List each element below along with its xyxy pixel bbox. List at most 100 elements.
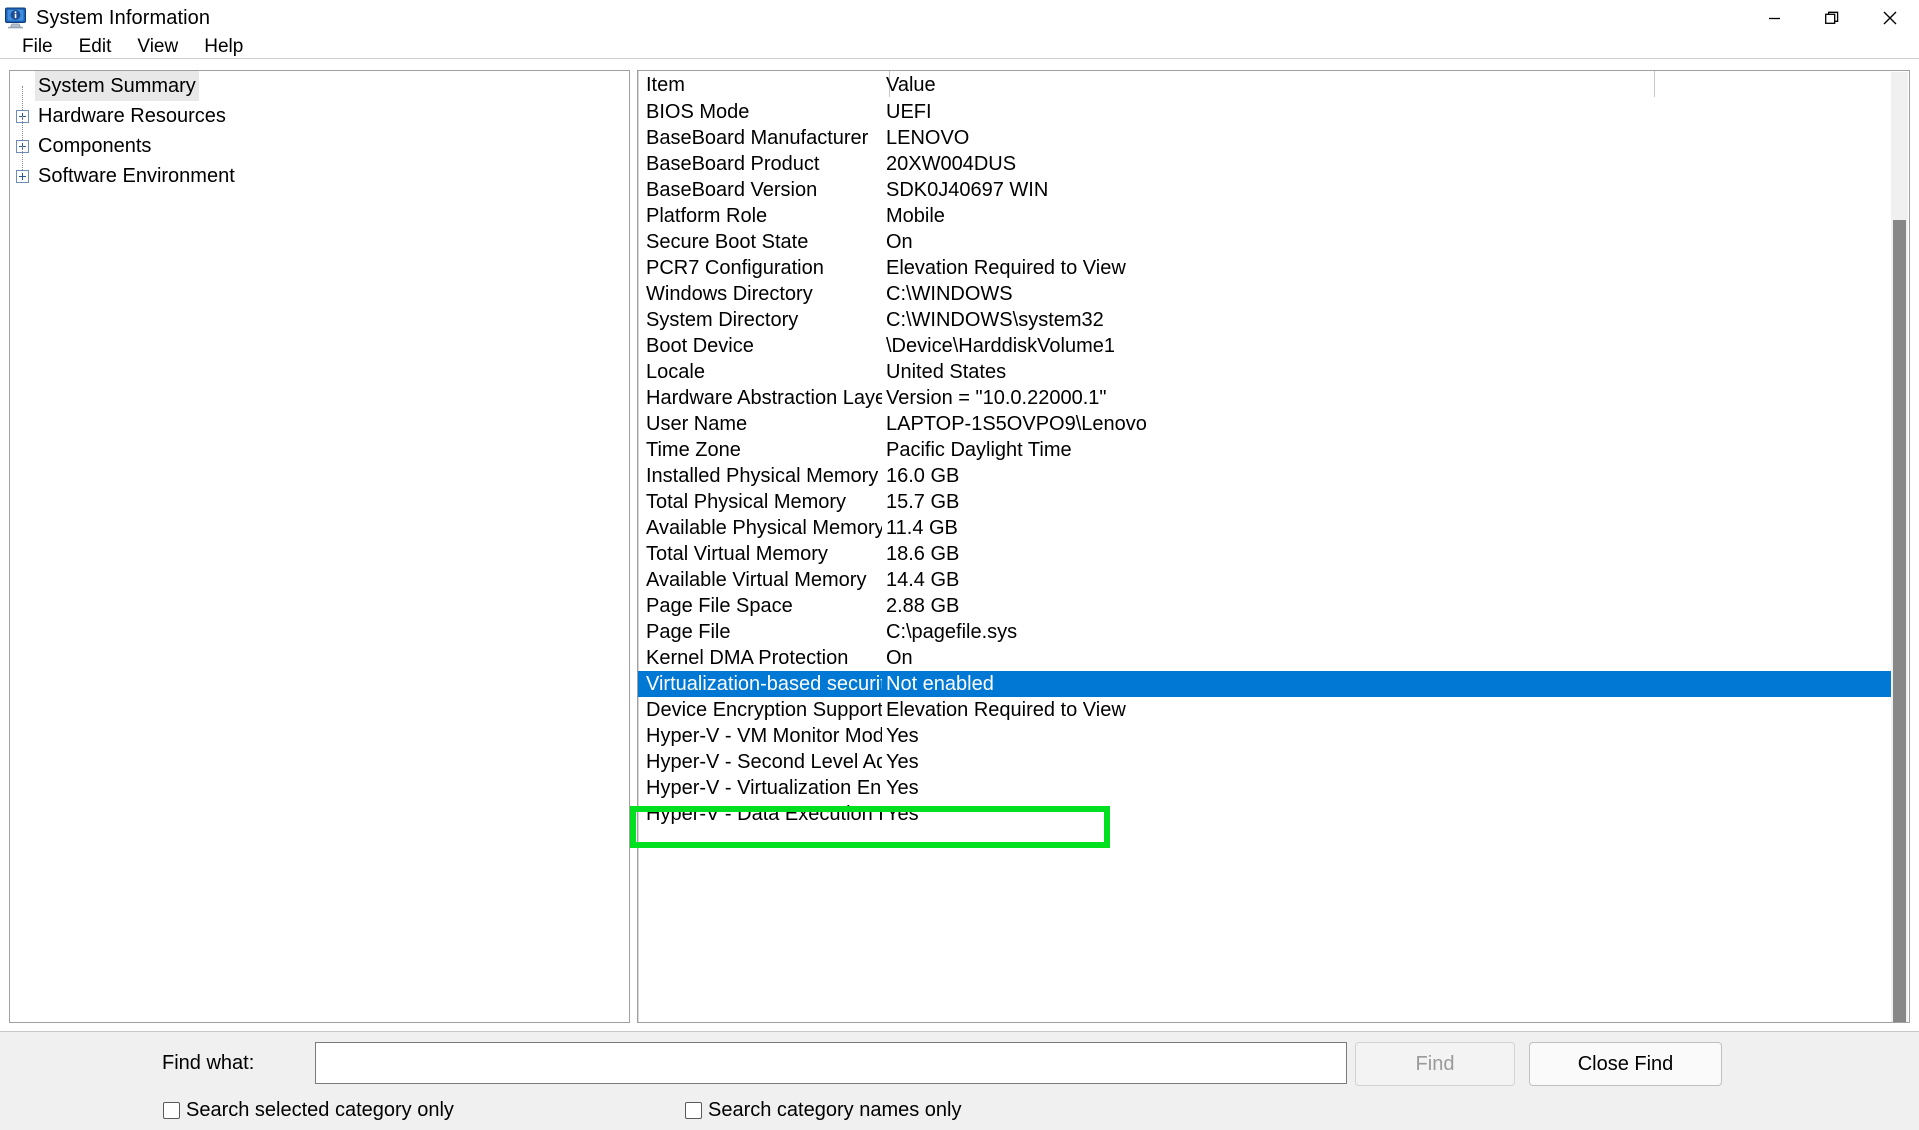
details-list-panel[interactable]: Item Value BIOS ModeUEFIBaseBoard Manufa…: [637, 70, 1910, 1023]
list-cell-item: Kernel DMA Protection: [638, 645, 882, 671]
list-cell-value: 14.4 GB: [882, 567, 1652, 593]
list-cell-value: Version = "10.0.22000.1": [882, 385, 1652, 411]
list-cell-item: Hyper-V - Virtualization Enable...: [638, 775, 882, 801]
list-cell-value: Yes: [882, 801, 1652, 827]
search-selected-category-checkbox-row[interactable]: Search selected category only: [163, 1099, 454, 1122]
vertical-scrollbar[interactable]: [1891, 72, 1908, 1023]
checkbox-label: Search category names only: [708, 1099, 961, 1122]
menu-help[interactable]: Help: [191, 36, 256, 58]
list-cell-item: BaseBoard Version: [638, 177, 882, 203]
list-row[interactable]: Hardware Abstraction LayerVersion = "10.…: [638, 385, 1892, 411]
menu-bar: File Edit View Help: [0, 36, 1919, 58]
list-cell-value: C:\WINDOWS\system32: [882, 307, 1652, 333]
list-row[interactable]: BIOS ModeUEFI: [638, 99, 1892, 125]
list-row[interactable]: Hyper-V - VM Monitor Mode Ex...Yes: [638, 723, 1892, 749]
list-row[interactable]: Secure Boot StateOn: [638, 229, 1892, 255]
find-input[interactable]: [315, 1042, 1347, 1084]
list-row[interactable]: Device Encryption SupportElevation Requi…: [638, 697, 1892, 723]
find-what-label: Find what:: [162, 1052, 254, 1075]
list-cell-value: Elevation Required to View: [882, 255, 1652, 281]
list-cell-value: Not enabled: [882, 671, 1652, 697]
system-information-icon: [4, 7, 28, 29]
list-cell-item: Hyper-V - Second Level Address...: [638, 749, 882, 775]
tree-item-label: Components: [35, 131, 154, 161]
list-row[interactable]: User NameLAPTOP-1S5OVPO9\Lenovo: [638, 411, 1892, 437]
search-category-names-checkbox-row[interactable]: Search category names only: [685, 1099, 961, 1122]
checkbox-icon[interactable]: [685, 1102, 702, 1119]
list-cell-value: Yes: [882, 775, 1652, 801]
list-cell-item: BaseBoard Product: [638, 151, 882, 177]
list-row[interactable]: BaseBoard ManufacturerLENOVO: [638, 125, 1892, 151]
checkbox-icon[interactable]: [163, 1102, 180, 1119]
list-row[interactable]: Hyper-V - Data Execution Prote...Yes: [638, 801, 1892, 827]
list-cell-value: 2.88 GB: [882, 593, 1652, 619]
list-cell-value: UEFI: [882, 99, 1652, 125]
list-row[interactable]: Windows DirectoryC:\WINDOWS: [638, 281, 1892, 307]
list-row[interactable]: System DirectoryC:\WINDOWS\system32: [638, 307, 1892, 333]
list-row[interactable]: Boot Device\Device\HarddiskVolume1: [638, 333, 1892, 359]
minimize-icon[interactable]: [1745, 0, 1803, 36]
list-cell-value: C:\pagefile.sys: [882, 619, 1652, 645]
column-header-item[interactable]: Item: [638, 71, 882, 99]
list-cell-value: 11.4 GB: [882, 515, 1652, 541]
list-row[interactable]: Available Physical Memory11.4 GB: [638, 515, 1892, 541]
menu-edit[interactable]: Edit: [66, 36, 125, 58]
list-row[interactable]: Total Physical Memory15.7 GB: [638, 489, 1892, 515]
list-cell-item: System Directory: [638, 307, 882, 333]
restore-icon[interactable]: [1803, 0, 1861, 36]
list-cell-item: Page File Space: [638, 593, 882, 619]
list-cell-value: On: [882, 645, 1652, 671]
list-cell-item: Hardware Abstraction Layer: [638, 385, 882, 411]
menu-view[interactable]: View: [124, 36, 191, 58]
list-cell-value: C:\WINDOWS: [882, 281, 1652, 307]
scrollbar-thumb[interactable]: [1893, 220, 1906, 1022]
list-cell-value: Yes: [882, 749, 1652, 775]
tree-item-system-summary[interactable]: System Summary: [10, 71, 629, 101]
column-header-value[interactable]: Value: [882, 71, 1652, 99]
list-row[interactable]: Hyper-V - Virtualization Enable...Yes: [638, 775, 1892, 801]
list-cell-value: Mobile: [882, 203, 1652, 229]
window-title: System Information: [36, 7, 210, 30]
details-list-body: Item Value BIOS ModeUEFIBaseBoard Manufa…: [638, 71, 1892, 1022]
list-cell-item: Hyper-V - Data Execution Prote...: [638, 801, 882, 827]
list-row[interactable]: Virtualization-based securityNot enabled: [638, 671, 1892, 697]
list-cell-item: Page File: [638, 619, 882, 645]
list-cell-item: Locale: [638, 359, 882, 385]
list-row[interactable]: Hyper-V - Second Level Address...Yes: [638, 749, 1892, 775]
list-cell-item: Windows Directory: [638, 281, 882, 307]
list-row[interactable]: Page File Space2.88 GB: [638, 593, 1892, 619]
list-cell-item: Total Physical Memory: [638, 489, 882, 515]
list-row[interactable]: Time ZonePacific Daylight Time: [638, 437, 1892, 463]
list-cell-item: Total Virtual Memory: [638, 541, 882, 567]
close-icon[interactable]: [1861, 0, 1919, 36]
list-cell-item: Time Zone: [638, 437, 882, 463]
list-row[interactable]: Available Virtual Memory14.4 GB: [638, 567, 1892, 593]
list-cell-item: BIOS Mode: [638, 99, 882, 125]
menu-file[interactable]: File: [9, 36, 66, 58]
list-cell-item: User Name: [638, 411, 882, 437]
list-cell-value: SDK0J40697 WIN: [882, 177, 1652, 203]
expand-plus-icon[interactable]: [16, 170, 29, 183]
list-row[interactable]: BaseBoard Product20XW004DUS: [638, 151, 1892, 177]
list-cell-value: Yes: [882, 723, 1652, 749]
list-cell-item: Virtualization-based security: [638, 671, 882, 697]
tree-item-software-environment[interactable]: Software Environment: [10, 161, 629, 191]
find-button[interactable]: Find: [1355, 1042, 1515, 1086]
list-row[interactable]: PCR7 ConfigurationElevation Required to …: [638, 255, 1892, 281]
list-row[interactable]: Installed Physical Memory (RAM)16.0 GB: [638, 463, 1892, 489]
list-cell-value: United States: [882, 359, 1652, 385]
list-row[interactable]: Kernel DMA ProtectionOn: [638, 645, 1892, 671]
menu-bar-divider: [0, 58, 1919, 59]
list-cell-item: Installed Physical Memory (RAM): [638, 463, 882, 489]
close-find-button[interactable]: Close Find: [1529, 1042, 1722, 1086]
list-cell-value: \Device\HarddiskVolume1: [882, 333, 1652, 359]
list-row[interactable]: Platform RoleMobile: [638, 203, 1892, 229]
list-row[interactable]: Total Virtual Memory18.6 GB: [638, 541, 1892, 567]
list-cell-item: Boot Device: [638, 333, 882, 359]
tree-item-hardware-resources[interactable]: Hardware Resources: [10, 101, 629, 131]
category-tree-panel[interactable]: System Summary Hardware Resources Compon…: [9, 70, 630, 1023]
tree-item-components[interactable]: Components: [10, 131, 629, 161]
list-row[interactable]: BaseBoard VersionSDK0J40697 WIN: [638, 177, 1892, 203]
list-row[interactable]: LocaleUnited States: [638, 359, 1892, 385]
list-row[interactable]: Page FileC:\pagefile.sys: [638, 619, 1892, 645]
